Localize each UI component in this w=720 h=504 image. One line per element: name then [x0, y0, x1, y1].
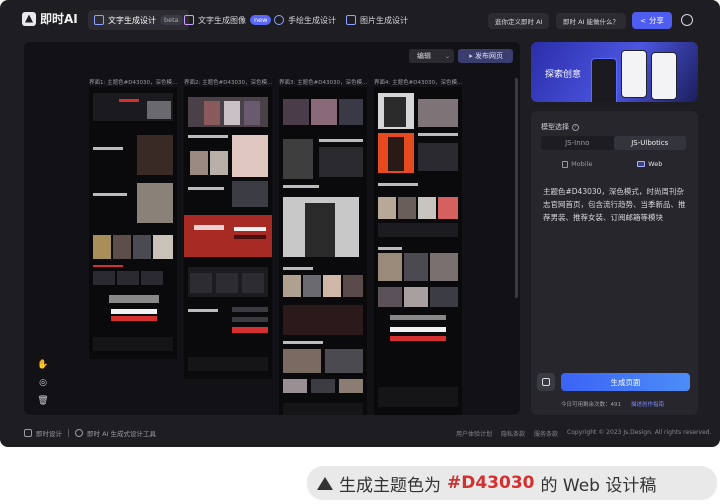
logo-icon [22, 11, 36, 26]
top-bar: 即时AI 文字生成设计 beta 文字生成图像 new 手绘生成设计 图片生成设… [0, 0, 720, 38]
interface-label: 界面3: 主题色#D43030，深色模... [279, 80, 367, 86]
target-icon[interactable]: ◎ [36, 376, 50, 390]
phone-mockup [651, 52, 677, 100]
copyright: Copyright © 2023 Js.Design. All rights r… [567, 429, 712, 436]
triangle-up-icon [317, 476, 333, 490]
model-option-inno[interactable]: JS-Inno [541, 136, 614, 150]
footer-link-ux[interactable]: 用户体验计划 [456, 429, 492, 438]
device-switch: Mobile Web [541, 158, 686, 170]
what-ai-can-do-button[interactable]: 即时 AI 能做什么？ [556, 13, 626, 29]
footer-link-privacy[interactable]: 隐私条款 [501, 429, 525, 438]
image-icon [184, 15, 194, 25]
generate-page-button[interactable]: 生成页面 [561, 373, 690, 391]
ai-icon [75, 429, 83, 437]
edit-label: 编辑 [417, 52, 431, 60]
model-label-text: 模型选择 [541, 123, 569, 131]
tab-label: 图片生成设计 [360, 15, 408, 25]
mobile-icon [562, 160, 569, 168]
app-window: 即时AI 文字生成设计 beta 文字生成图像 new 手绘生成设计 图片生成设… [0, 0, 720, 447]
picture-icon [346, 15, 356, 25]
caption-pill: 生成主题色为 #D43030 的 Web 设计稿 [307, 466, 717, 500]
footer-brand: 即时设计 即时 AI 生成式设计工具 [24, 428, 156, 438]
interface-preview-1[interactable] [89, 87, 177, 359]
divider [68, 429, 69, 437]
logo[interactable]: 即时AI [22, 10, 78, 27]
remaining-quota: 今日可用剩余次数：491 [561, 402, 621, 408]
phone-mockup [591, 58, 617, 102]
device-option-web[interactable]: Web [614, 158, 687, 170]
banner-text: 探索创意 [545, 70, 582, 80]
footer-brand-a[interactable]: 即时设计 [36, 428, 62, 438]
tab-label: 文字生成设计 [108, 15, 156, 25]
send-icon: ➤ [467, 52, 474, 60]
footer: 即时设计 即时 AI 生成式设计工具 用户体验计划 隐私条款 服务条款 Copy… [0, 424, 720, 442]
cube-icon [542, 378, 550, 386]
theme-toggle-icon[interactable] [681, 14, 693, 26]
explore-creativity-banner[interactable]: 探索创意 [531, 42, 698, 102]
interface-label: 界面2: 主题色#D43030，深色模... [184, 80, 272, 86]
interface-preview-4[interactable] [374, 87, 462, 415]
interface-preview-2[interactable] [184, 87, 272, 379]
template-button[interactable] [537, 373, 555, 391]
text-design-icon [94, 15, 104, 25]
tab-text-to-image[interactable]: 文字生成图像 new [178, 10, 277, 30]
device-option-mobile[interactable]: Mobile [541, 158, 614, 170]
tab-label: 文字生成图像 [198, 15, 246, 25]
hand-tool-icon[interactable]: ✋ [36, 358, 50, 372]
caption-color: #D43030 [447, 473, 535, 493]
sketch-icon [274, 15, 284, 25]
device-label: Web [648, 160, 663, 168]
custom-ai-button[interactable]: 逛你定义即时 AI [488, 13, 550, 29]
trash-icon[interactable]: 🗑 [36, 394, 50, 408]
share-label: 分享 [648, 16, 664, 25]
device-label: Mobile [571, 160, 593, 168]
interface-label: 界面4: 主题色#D43030，深色模... [374, 80, 462, 86]
chevron-down-icon: ⌄ [444, 52, 450, 60]
tab-image-to-design[interactable]: 图片生成设计 [340, 10, 414, 30]
jsdesign-icon [24, 429, 32, 437]
tab-sketch-to-design[interactable]: 手绘生成设计 [268, 10, 342, 30]
tab-label: 手绘生成设计 [288, 15, 336, 25]
generation-panel: 模型选择 ? JS-Inno JS-Ulbotics Mobile Web 主题… [531, 111, 698, 415]
web-icon [637, 161, 646, 167]
canvas-scrollbar[interactable] [515, 78, 518, 298]
publish-label: 发布网页 [475, 52, 504, 60]
help-icon[interactable]: ? [572, 123, 579, 131]
prompt-textarea[interactable]: 主题色#D43030，深色模式，时尚周刊杂志官网首页，包含流行趋势、当季新品、推… [543, 185, 689, 224]
phone-mockup [621, 50, 647, 98]
tab-text-to-design[interactable]: 文字生成设计 beta [88, 10, 189, 30]
interface-preview-3[interactable] [279, 87, 367, 415]
model-switch: JS-Inno JS-Ulbotics [541, 136, 686, 150]
publish-button[interactable]: ➤ 发布网页 [458, 49, 513, 63]
footer-link-terms[interactable]: 服务条款 [534, 429, 558, 438]
caption-prefix: 生成主题色为 [339, 475, 441, 496]
caption-suffix: 的 Web 设计稿 [540, 475, 657, 496]
generated-interfaces: 界面1: 主题色#D43030，深色模... 界面2: 主题色#D43030，深… [89, 78, 514, 415]
prompt-guide-link[interactable]: 描述创作指南 [631, 400, 664, 408]
model-select-label: 模型选择 ? [541, 122, 579, 132]
interface-label: 界面1: 主题色#D43030，深色模... [89, 80, 177, 86]
footer-links: 用户体验计划 隐私条款 服务条款 Copyright © 2023 Js.Des… [456, 429, 711, 438]
logo-text: 即时AI [40, 12, 78, 26]
edit-dropdown[interactable]: 编辑 ⌄ [409, 49, 454, 63]
design-canvas[interactable]: 编辑 ⌄ ➤ 发布网页 界面1: 主题色#D43030，深色模... 界面2: … [24, 42, 520, 415]
model-option-ulbotics[interactable]: JS-Ulbotics [613, 136, 686, 150]
share-button[interactable]: < 分享 [632, 12, 672, 29]
footer-brand-b[interactable]: 即时 AI 生成式设计工具 [87, 428, 156, 438]
share-icon: < [640, 16, 646, 25]
